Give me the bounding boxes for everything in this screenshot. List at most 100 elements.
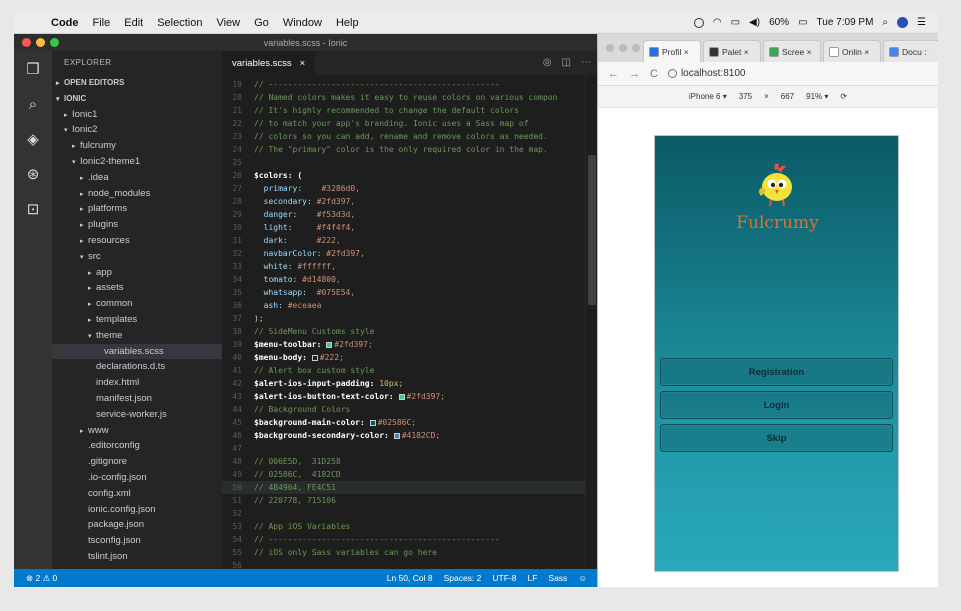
- tree-item[interactable]: .editorconfig: [52, 438, 222, 454]
- tree-item[interactable]: ▸ templates: [52, 312, 222, 328]
- code-line[interactable]: 36 ash: #eceaea: [222, 299, 597, 312]
- browser-tab[interactable]: Palet ×: [703, 40, 761, 62]
- tree-item[interactable]: ▾ Ionic2: [52, 122, 222, 138]
- code-line[interactable]: 35 whatsapp: #075E54,: [222, 286, 597, 299]
- encoding[interactable]: UTF-8: [492, 573, 516, 583]
- menu-code[interactable]: Code: [44, 17, 86, 29]
- color-swatch-icon[interactable]: [369, 420, 376, 426]
- color-swatch-icon[interactable]: [398, 394, 405, 400]
- zoom-select[interactable]: 91% ▾: [806, 92, 828, 101]
- chrome-maximize-button[interactable]: [632, 44, 640, 52]
- code-line[interactable]: 38 // SideMenu Customs style: [222, 325, 597, 338]
- tree-item[interactable]: ▸ app: [52, 265, 222, 281]
- extensions-icon[interactable]: ⊡: [24, 201, 42, 219]
- tree-item[interactable]: ▸ plugins: [52, 217, 222, 233]
- tree-item[interactable]: ▾ src: [52, 249, 222, 265]
- code-line[interactable]: 43 $alert-ios-button-text-color: #2fd397;: [222, 390, 597, 403]
- skip-button[interactable]: Skip: [660, 424, 893, 452]
- tree-item[interactable]: ▾ theme: [52, 328, 222, 344]
- menu-view[interactable]: View: [209, 17, 247, 29]
- menu-go[interactable]: Go: [247, 17, 276, 29]
- volume-icon[interactable]: ◀): [749, 17, 760, 28]
- code-line[interactable]: 32 navbarColor: #2fd397,: [222, 247, 597, 260]
- tree-item[interactable]: package.json: [52, 517, 222, 533]
- menu-selection[interactable]: Selection: [150, 17, 209, 29]
- device-width[interactable]: 375: [739, 92, 752, 101]
- minimize-window-button[interactable]: [36, 38, 45, 47]
- tree-item[interactable]: variables.scss: [52, 343, 222, 360]
- tree-item[interactable]: ▾ Ionic2-theme1: [52, 154, 222, 170]
- device-select[interactable]: iPhone 6 ▾: [689, 92, 727, 101]
- code-line[interactable]: 25: [222, 156, 597, 169]
- device-height[interactable]: 667: [781, 92, 794, 101]
- code-line[interactable]: 42 $alert-ios-input-padding: 10px;: [222, 377, 597, 390]
- record-icon[interactable]: [693, 17, 704, 28]
- code-area[interactable]: 19 // -----------------------------------…: [222, 75, 597, 569]
- wifi-icon[interactable]: ◠: [713, 17, 722, 28]
- code-line[interactable]: 24 // The "primary" color is the only req…: [222, 143, 597, 156]
- code-line[interactable]: 52: [222, 507, 597, 520]
- code-line[interactable]: 23 // colors so you can add, rename and r…: [222, 130, 597, 143]
- info-icon[interactable]: [667, 69, 677, 78]
- code-line[interactable]: 37);: [222, 312, 597, 325]
- tree-item[interactable]: declarations.d.ts: [52, 359, 222, 375]
- code-line[interactable]: 29 danger: #f53d3d,: [222, 208, 597, 221]
- menu-help[interactable]: Help: [329, 17, 366, 29]
- code-line[interactable]: 20 // Named colors makes it easy to reuse…: [222, 91, 597, 104]
- code-line[interactable]: 47: [222, 442, 597, 455]
- code-line[interactable]: 27 primary: #3286d0,: [222, 182, 597, 195]
- siri-icon[interactable]: [897, 17, 909, 28]
- chrome-close-button[interactable]: [606, 44, 614, 52]
- browser-tab[interactable]: Scree ×: [763, 40, 821, 62]
- code-line[interactable]: 34 tomato: #d14800,: [222, 273, 597, 286]
- chrome-minimize-button[interactable]: [619, 44, 627, 52]
- indentation[interactable]: Spaces: 2: [444, 573, 482, 583]
- code-line[interactable]: 26 $colors: (: [222, 169, 597, 182]
- rotate-icon[interactable]: ⟳: [840, 92, 847, 101]
- back-button[interactable]: ←: [608, 68, 619, 80]
- feedback-icon[interactable]: ☺: [578, 573, 587, 583]
- scrollbar-thumb[interactable]: [588, 155, 596, 305]
- code-line[interactable]: 33 white: #ffffff,: [222, 260, 597, 273]
- registration-button[interactable]: Registration: [660, 358, 893, 386]
- code-line[interactable]: 30 light: #f4f4f4,: [222, 221, 597, 234]
- code-line[interactable]: 48 // 006E5D, 31D258: [222, 455, 597, 468]
- code-line[interactable]: 21 // It's highly recommended to change t…: [222, 104, 597, 117]
- color-swatch-icon[interactable]: [311, 355, 318, 361]
- language-mode[interactable]: Sass: [548, 573, 567, 583]
- code-line[interactable]: 50 // 4B4964, FE4C51: [222, 481, 597, 494]
- tree-item[interactable]: ▸ .idea: [52, 170, 222, 186]
- tree-item[interactable]: index.html: [52, 375, 222, 391]
- tab-variables-scss[interactable]: variables.scss ×: [222, 51, 316, 75]
- workspace-section[interactable]: ▾ IONIC: [52, 91, 222, 107]
- code-line[interactable]: 31 dark: #222,: [222, 234, 597, 247]
- tab-close-icon[interactable]: ×: [300, 58, 306, 69]
- tree-item[interactable]: ▸ www: [52, 423, 222, 439]
- code-line[interactable]: 44 // Background Colors: [222, 403, 597, 416]
- code-line[interactable]: 46 $background-secondary-color: #4182CD;: [222, 429, 597, 442]
- code-line[interactable]: 49 // 02586C, 4182CD: [222, 468, 597, 481]
- editor-scrollbar[interactable]: [585, 75, 597, 569]
- split-editor-icon[interactable]: ◫: [562, 57, 571, 68]
- tree-item[interactable]: service-worker.js: [52, 407, 222, 423]
- tree-item[interactable]: ionic.config.json: [52, 502, 222, 518]
- clock[interactable]: Tue 7:09 PM: [817, 17, 874, 28]
- code-line[interactable]: 28 secondary: #2fd397,: [222, 195, 597, 208]
- code-line[interactable]: 55 // iOS only Sass variables can go here: [222, 546, 597, 559]
- menu-window[interactable]: Window: [276, 17, 329, 29]
- debug-icon[interactable]: ⊛: [24, 166, 42, 184]
- tree-item[interactable]: .io-config.json: [52, 470, 222, 486]
- tree-item[interactable]: config.xml: [52, 486, 222, 502]
- open-editors-section[interactable]: ▸ OPEN EDITORS: [52, 75, 222, 91]
- forward-button[interactable]: →: [629, 68, 640, 80]
- problems-indicator[interactable]: ⊗ 2 ⚠ 0: [26, 573, 57, 584]
- tree-item[interactable]: ▸ platforms: [52, 201, 222, 217]
- close-window-button[interactable]: [22, 38, 31, 47]
- tree-item[interactable]: tslint.json: [52, 549, 222, 565]
- tree-item[interactable]: ▸ node_modules: [52, 186, 222, 202]
- tree-item[interactable]: ▸ assets: [52, 280, 222, 296]
- color-swatch-icon[interactable]: [393, 433, 400, 439]
- cursor-position[interactable]: Ln 50, Col 8: [387, 573, 433, 583]
- browser-tab[interactable]: Profil ×: [643, 40, 701, 62]
- login-button[interactable]: Login: [660, 391, 893, 419]
